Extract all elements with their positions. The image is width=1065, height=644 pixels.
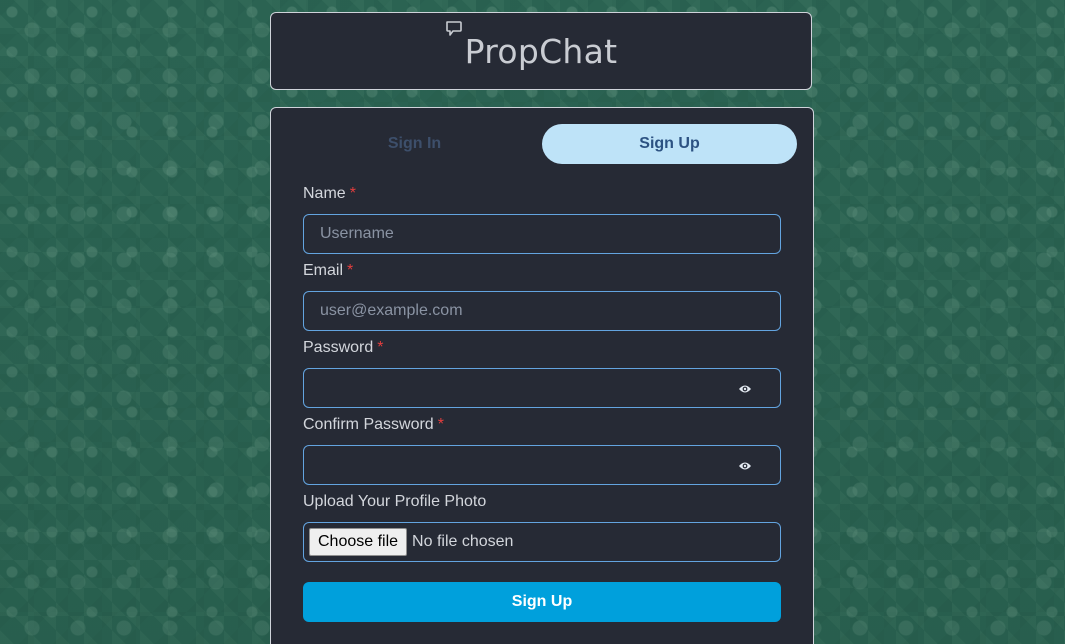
file-status: No file chosen [412,533,514,550]
app-header: PropChat [270,12,812,90]
name-input[interactable] [304,215,780,253]
auth-tabs: Sign In Sign Up [287,124,797,164]
name-label: Name * [303,185,356,203]
photo-label: Upload Your Profile Photo [303,493,487,510]
auth-card: Sign In Sign Up Name* Email* Password* C… [270,107,814,644]
password-input[interactable] [304,369,780,407]
sign-up-button[interactable]: Sign Up [303,582,781,622]
eye-icon[interactable] [738,460,752,472]
password-label-text: Password [303,339,374,356]
name-field [303,214,781,254]
email-label-text: Email [303,262,344,279]
password-label: Password * [303,339,383,357]
confirm-password-field [303,445,781,485]
required-mark: * [347,262,354,279]
tab-sign-in[interactable]: Sign In [287,124,542,164]
confirm-password-label-text: Confirm Password [303,416,434,433]
confirm-password-input[interactable] [304,446,780,484]
choose-file-button[interactable]: Choose file [309,528,408,556]
tab-sign-up[interactable]: Sign Up [542,124,797,164]
chat-bubble-icon [445,20,462,36]
eye-icon[interactable] [738,383,752,395]
password-field [303,368,781,408]
required-mark: * [377,339,384,356]
email-label: Email * [303,262,353,280]
email-field [303,291,781,331]
photo-upload-field: Choose file No file chosen [303,522,781,562]
required-mark: * [437,416,444,433]
required-mark: * [349,185,356,202]
name-label-text: Name [303,185,346,202]
confirm-password-label: Confirm Password * [303,416,444,434]
app-title: PropChat [464,31,618,71]
email-input[interactable] [304,292,780,330]
logo: PropChat [445,20,618,71]
